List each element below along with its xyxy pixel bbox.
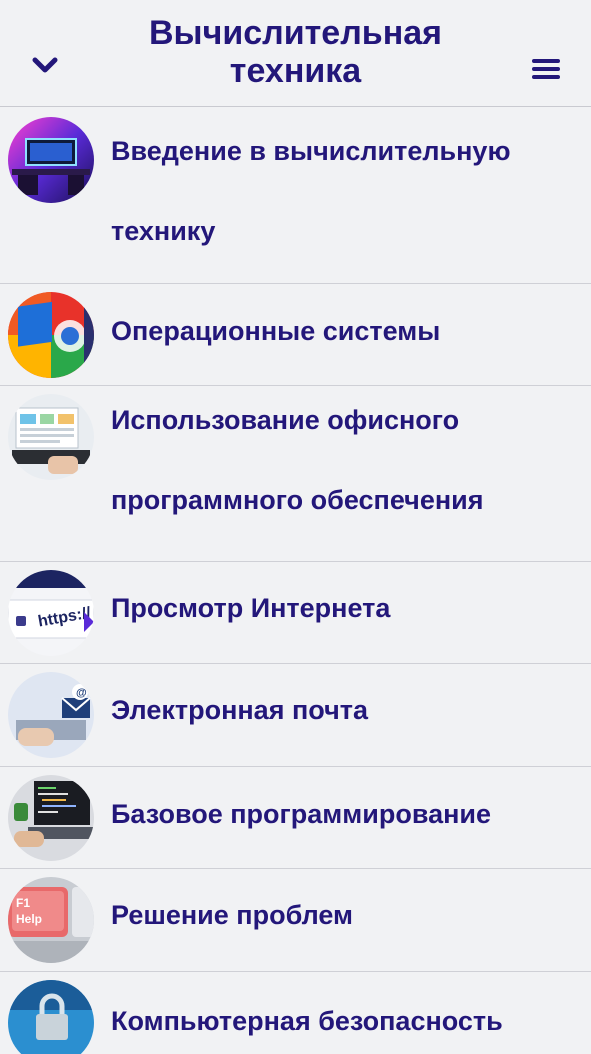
topic-item-os[interactable]: Операционные системы: [0, 284, 591, 386]
topic-item-email[interactable]: @ Электронная почта: [0, 664, 591, 767]
topic-item-programming[interactable]: Базовое программирование: [0, 767, 591, 869]
app-screen: Вычислительная техника Введение в вычисл…: [0, 0, 591, 1054]
email-laptop-image: @: [8, 672, 94, 758]
topic-list: Введение в вычислительную технику Операц…: [0, 107, 591, 1054]
padlock-network-image: [8, 980, 94, 1054]
topic-label: Решение проблем: [111, 900, 354, 930]
header: Вычислительная техника: [0, 0, 591, 107]
topic-label: Введение в вычислительную технику: [111, 136, 511, 246]
topic-label: Электронная почта: [111, 695, 369, 725]
page-title: Вычислительная техника: [149, 14, 442, 90]
topic-label: Базовое программирование: [111, 799, 492, 829]
hamburger-menu-icon[interactable]: [529, 54, 563, 84]
topic-item-security[interactable]: Компьютерная безопасность: [0, 972, 591, 1054]
svg-text:F1: F1: [16, 896, 30, 910]
svg-text:Help: Help: [16, 912, 42, 926]
laptop-code-image: [8, 775, 94, 861]
topic-item-internet[interactable]: https:// Просмотр Интернета: [0, 562, 591, 664]
topic-label: Просмотр Интернета: [111, 593, 391, 623]
topic-label: Операционные системы: [111, 316, 441, 346]
svg-text:@: @: [76, 687, 87, 699]
topic-item-intro[interactable]: Введение в вычислительную технику: [0, 107, 591, 284]
topic-item-troubleshooting[interactable]: F1 Help Решение проблем: [0, 869, 591, 972]
gaming-pc-setup-image: [8, 117, 94, 203]
topic-label: Использование офисного программного обес…: [111, 405, 484, 515]
laptop-spreadsheet-image: [8, 394, 94, 480]
https-url-image: https://: [8, 570, 94, 656]
f1-help-key-image: F1 Help: [8, 877, 94, 963]
topic-item-office[interactable]: Использование офисного программного обес…: [0, 386, 591, 562]
topic-label: Компьютерная безопасность: [111, 1006, 503, 1036]
os-logos-image: [8, 292, 94, 378]
chevron-down-icon[interactable]: [28, 50, 62, 80]
